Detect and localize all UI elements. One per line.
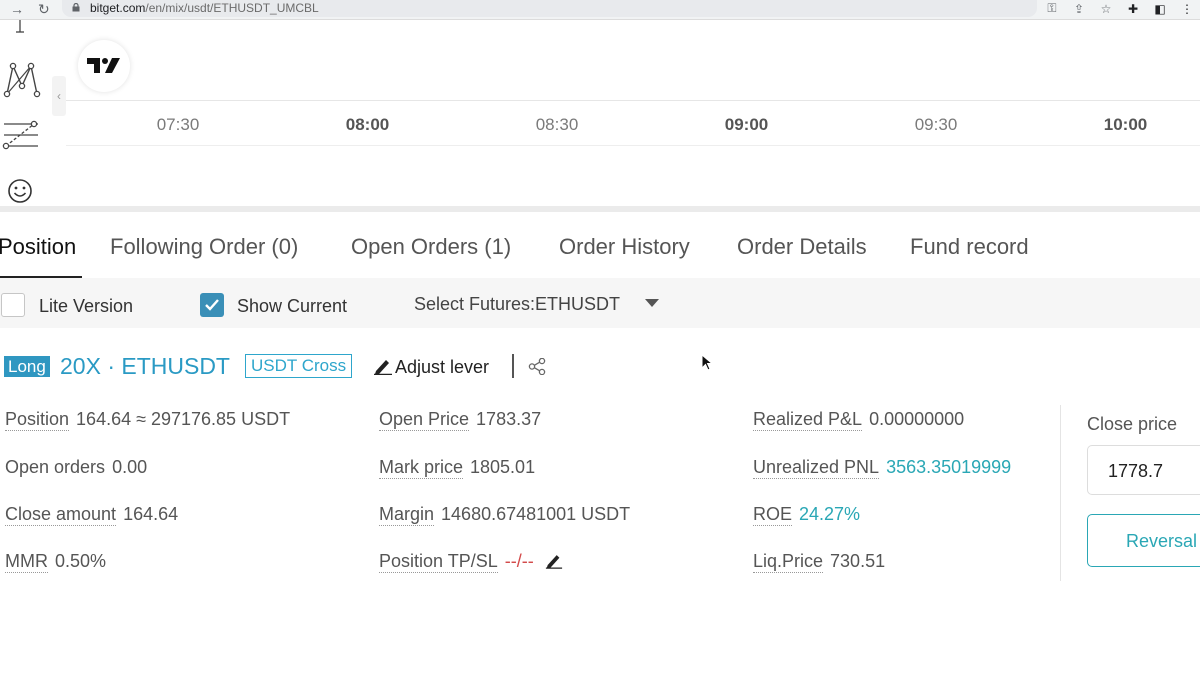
close-amount-label[interactable]: Close amount (5, 504, 117, 526)
mark-price-field: Mark price 1805.01 (379, 457, 536, 479)
unrealized-pnl-value: 3563.35019999 (886, 457, 1012, 477)
roe-label[interactable]: ROE (753, 504, 793, 526)
tradingview-logo[interactable] (78, 40, 130, 92)
close-price-label: Close price (1087, 414, 1178, 434)
checkmark-icon (205, 299, 219, 311)
tab-position[interactable]: Position (0, 234, 76, 260)
tab-fund-record[interactable]: Fund record (910, 234, 1029, 260)
forecast-icon[interactable] (0, 118, 40, 154)
tab-open-orders[interactable]: Open Orders (1) (351, 234, 511, 260)
realized-pnl-label[interactable]: Realized P&L (753, 409, 863, 431)
share-icon[interactable]: ⇪ (1072, 2, 1086, 16)
roe-value: 24.27% (799, 504, 861, 524)
mmr-label[interactable]: MMR (5, 551, 48, 573)
open-orders-value: 0.00 (112, 457, 148, 477)
reload-icon[interactable]: ↻ (38, 1, 50, 18)
measure-icon[interactable] (12, 20, 28, 36)
pencil-icon[interactable] (373, 357, 393, 375)
close-amount-value: 164.64 (123, 504, 179, 524)
collapse-toolbar-button[interactable]: ‹ (52, 76, 66, 116)
time-axis-label: 08:00 (345, 115, 390, 134)
open-price-value: 1783.37 (476, 409, 542, 429)
tp-sl-label[interactable]: Position TP/SL (379, 551, 498, 573)
liq-price-value: 730.51 (830, 551, 886, 571)
position-label[interactable]: Position (5, 409, 70, 431)
leverage-pair: 20X · ETHUSDT (60, 353, 230, 379)
star-icon[interactable]: ☆ (1099, 2, 1113, 16)
margin-value: 14680.67481001 USDT (441, 504, 631, 524)
share-icon[interactable] (528, 358, 546, 375)
pencil-icon[interactable] (545, 552, 563, 569)
realized-pnl-field: Realized P&L 0.00000000 (753, 409, 965, 431)
unrealized-pnl-field: Unrealized PNL 3563.35019999 (753, 457, 1012, 479)
tp-sl-value: --/-- (504, 551, 534, 571)
adjust-lever-button[interactable]: Adjust lever (395, 357, 489, 378)
tab-order-history[interactable]: Order History (559, 234, 690, 260)
sidepanel-icon[interactable]: ◧ (1153, 2, 1167, 16)
futures-select[interactable]: Select Futures:ETHUSDT (414, 294, 620, 315)
drawing-toolbar (0, 20, 44, 207)
url-text: bitget.com/en/mix/usdt/ETHUSDT_UMCBL (90, 1, 319, 15)
browser-actions: ⚿ ⇪ ☆ ✚ ◧ ⋮ (1045, 0, 1194, 17)
pattern-icon[interactable] (3, 60, 41, 98)
tradingview-logo-icon (87, 58, 120, 73)
mark-price-value: 1805.01 (470, 457, 536, 477)
mark-price-label[interactable]: Mark price (379, 457, 464, 479)
lite-version-checkbox[interactable] (1, 293, 25, 317)
position-value: 164.64 ≈ 297176.85 USDT (76, 409, 291, 429)
browser-toolbar: → ↻ bitget.com/en/mix/usdt/ETHUSDT_UMCBL… (0, 0, 1200, 20)
roe-field: ROE 24.27% (753, 504, 861, 526)
address-bar[interactable]: bitget.com/en/mix/usdt/ETHUSDT_UMCBL (62, 0, 1037, 17)
margin-mode-badge: USDT Cross (245, 354, 353, 378)
time-axis-label: 07:30 (156, 115, 200, 134)
extensions-icon[interactable]: ✚ (1126, 2, 1140, 16)
margin-field: Margin 14680.67481001 USDT (379, 504, 631, 526)
column-divider (1060, 405, 1061, 581)
position-field: Position 164.64 ≈ 297176.85 USDT (5, 409, 291, 431)
show-current-label[interactable]: Show Current (237, 296, 347, 317)
position-tabs: Position Following Order (0) Open Orders… (0, 212, 1200, 278)
time-axis-label: 09:00 (724, 115, 769, 134)
open-price-field: Open Price 1783.37 (379, 409, 542, 431)
mmr-field: MMR 0.50% (5, 551, 107, 573)
chart-gridline (66, 100, 1200, 101)
time-axis-label: 10:00 (1103, 115, 1148, 134)
side-badge: Long (4, 356, 50, 377)
open-price-label[interactable]: Open Price (379, 409, 470, 431)
menu-icon[interactable]: ⋮ (1180, 2, 1194, 16)
tab-following-order[interactable]: Following Order (0) (110, 234, 298, 260)
lite-version-label[interactable]: Lite Version (39, 296, 133, 317)
mouse-cursor-icon (701, 354, 713, 371)
open-orders-label: Open orders (5, 457, 106, 477)
mmr-value: 0.50% (55, 551, 107, 571)
margin-label[interactable]: Margin (379, 504, 435, 526)
time-axis-label: 09:30 (914, 115, 958, 134)
tp-sl-field: Position TP/SL --/-- (379, 551, 563, 573)
liq-price-label[interactable]: Liq.Price (753, 551, 824, 573)
show-current-checkbox[interactable] (200, 293, 224, 317)
tab-order-details[interactable]: Order Details (737, 234, 867, 260)
realized-pnl-value: 0.00000000 (869, 409, 965, 429)
key-icon[interactable]: ⚿ (1045, 1, 1059, 16)
close-amount-field: Close amount 164.64 (5, 504, 179, 526)
caret-down-icon[interactable] (645, 299, 659, 307)
chart-area[interactable]: ‹ 07:30 08:00 08:30 09:00 09:30 10:00 (0, 20, 1200, 207)
forward-icon[interactable]: → (10, 1, 24, 17)
filter-row: Lite Version Show Current Select Futures… (0, 278, 1200, 328)
position-header: Long 20X · ETHUSDT USDT Cross Adjust lev… (0, 350, 700, 382)
time-axis-label: 08:30 (535, 115, 579, 134)
separator (512, 354, 514, 378)
reversal-button[interactable]: Reversal (1087, 514, 1200, 567)
open-orders-field: Open orders 0.00 (5, 457, 147, 478)
close-price-input[interactable]: 1778.7 (1087, 445, 1200, 495)
liq-price-field: Liq.Price 730.51 (753, 551, 886, 573)
chart-gridline (66, 145, 1200, 146)
lock-icon (72, 3, 80, 12)
unrealized-pnl-label[interactable]: Unrealized PNL (753, 457, 880, 479)
emoji-icon[interactable] (7, 178, 33, 204)
